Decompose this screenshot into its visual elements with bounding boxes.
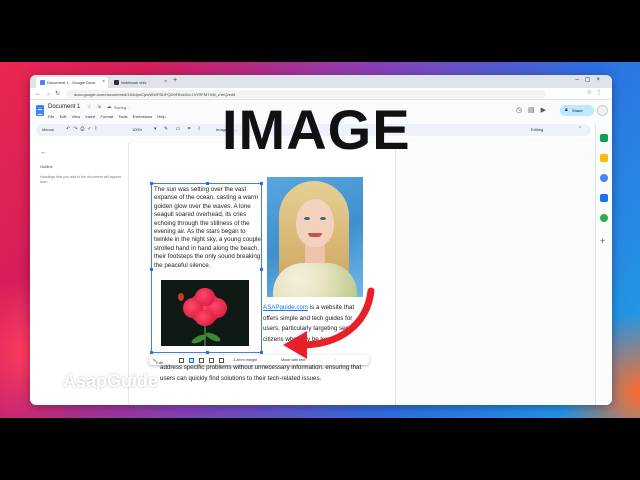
zoom-select[interactable]: 100% [132,127,142,132]
portrait-eye [320,217,326,220]
back-arrow-icon[interactable]: ← [40,149,47,156]
keep-icon[interactable] [600,154,608,162]
share-button[interactable]: 🔒︎ Share [560,105,594,116]
new-tab-icon[interactable]: + [173,77,177,84]
resize-handle[interactable] [206,182,209,185]
margin-select[interactable]: 3.2mm margin [233,358,257,362]
image-tools-icons[interactable]: ▾ ✎ ▭ ⌗ ⌇ [154,126,203,132]
resize-handle[interactable] [150,268,153,271]
brand-logo-icon [36,372,56,392]
editing-mode-select[interactable]: Editing [531,127,543,132]
docs-favicon-icon [40,80,45,85]
tab-notebook[interactable]: Notebook vids × [110,77,170,88]
letterbox-top [0,0,640,62]
flower-leaf [204,330,222,344]
sheets-icon[interactable] [600,134,608,142]
flower-petal [195,288,215,306]
browser-menu-icon[interactable]: ☆⋮ [587,89,606,96]
edit-image-button[interactable]: ✎ Edit [153,358,163,365]
outline-hint: Headings that you add to the document wi… [40,175,121,184]
contacts-icon[interactable] [600,194,608,202]
selected-text-box[interactable]: The sun was setting over the vast expans… [150,182,263,354]
menu-help[interactable]: Help [157,114,165,119]
portrait-face [296,199,334,247]
menu-format[interactable]: Format [100,114,113,119]
resize-handle[interactable] [150,182,153,185]
menu-edit[interactable]: Edit [60,114,67,119]
side-panel-rail: + [595,124,612,405]
tab-label: Notebook vids [121,80,147,85]
save-status: Saving... [114,105,130,110]
flower-petal [195,310,215,326]
document-page[interactable]: The sun was setting over the vast expans… [128,143,396,405]
brand-name: AsapGuide [63,371,159,391]
resize-handle[interactable] [150,351,153,354]
portrait-eye [304,217,310,220]
window-controls[interactable]: –▢× [575,76,606,83]
nav-icons[interactable]: ←→↻ [35,90,64,97]
flower-image[interactable] [161,280,249,346]
close-icon[interactable]: × [102,79,105,85]
tab-strip: Document 1 - Google Docs × Notebook vids… [30,75,612,88]
docs-logo-icon[interactable] [36,105,44,116]
red-arrow-annotation [283,287,375,359]
maps-icon[interactable] [600,214,608,222]
document-title[interactable]: Document 1 [48,104,80,110]
undo-redo-print-icons[interactable]: ↶↷⎙✓⌇ [66,126,100,132]
notebook-favicon-icon [114,80,119,85]
add-addon-icon[interactable]: + [600,236,605,246]
menus-search[interactable]: Menus [42,127,54,132]
header-action-icons[interactable]: ◷▤▶ [516,106,552,114]
arrow-shaft [297,287,375,349]
outline-title: Outline [40,164,53,169]
url-field[interactable]: docs.google.com/document/d/1K8dpnCjeuWWF… [66,90,546,98]
up-chevron-icon[interactable]: ⌃ [578,126,582,132]
overlay-title: IMAGE [222,98,411,161]
menu-tools[interactable]: Tools [118,114,127,119]
tab-document[interactable]: Document 1 - Google Docs × [36,77,108,88]
resize-handle[interactable] [206,351,209,354]
menu-bar: File Edit View Insert Format Tools Exten… [48,114,170,119]
tasks-icon[interactable] [600,174,608,182]
resize-handle[interactable] [260,182,263,185]
body-paragraph[interactable]: address specific problems without unnece… [160,363,370,384]
arrow-head [283,331,307,359]
letterbox-bottom [0,418,640,480]
story-paragraph[interactable]: The sun was setting over the vast expans… [154,186,261,270]
menu-file[interactable]: File [48,114,54,119]
avatar[interactable] [597,105,608,116]
star-icon[interactable]: ☆ ⇲ ☁ [87,104,113,110]
menu-extensions[interactable]: Extensions [133,114,153,119]
document-canvas: The sun was setting over the vast expans… [128,137,594,405]
portrait-mouth [308,233,322,237]
portrait-image[interactable] [267,177,363,297]
lock-icon: 🔒︎ [565,107,568,113]
resize-handle[interactable] [260,351,263,354]
close-icon[interactable]: × [164,79,167,85]
share-label: Share [572,108,583,113]
menu-insert[interactable]: Insert [85,114,95,119]
tab-label: Document 1 - Google Docs [47,80,96,85]
menu-view[interactable]: View [72,114,81,119]
flower-bud [178,293,184,301]
